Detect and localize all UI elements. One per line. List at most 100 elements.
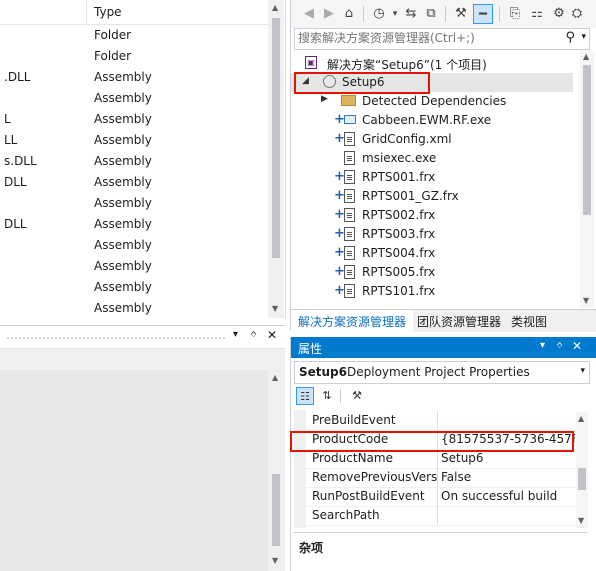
tab-class-view[interactable]: 类视图 xyxy=(511,313,547,330)
table-row[interactable]: Folder xyxy=(0,25,268,46)
tree-item[interactable]: + RPTS004.frx xyxy=(291,244,571,263)
property-name: PreBuildEvent xyxy=(312,413,396,427)
property-row[interactable]: SearchPath xyxy=(306,506,578,526)
table-row[interactable]: Folder xyxy=(0,46,268,67)
solution-scrollbar[interactable]: ▲ ▼ xyxy=(580,50,594,308)
tree-item[interactable]: msiexec.exe xyxy=(291,149,571,168)
close-icon[interactable]: ✕ xyxy=(267,328,277,342)
pin-icon[interactable]: ᛜ xyxy=(556,339,563,353)
table-row[interactable]: Assembly xyxy=(0,298,268,318)
scroll-down-icon[interactable]: ▼ xyxy=(272,556,278,566)
file-search-icon[interactable]: ⎘ xyxy=(505,4,525,24)
table-row[interactable]: Assembly xyxy=(0,277,268,298)
property-name: ProductName xyxy=(312,451,393,465)
table-row[interactable]: Assembly xyxy=(0,193,268,214)
home-icon[interactable]: ⌂ xyxy=(339,4,359,24)
property-pages-icon[interactable]: ⚒ xyxy=(348,387,366,405)
search-icon[interactable]: ⚲ xyxy=(565,30,575,45)
file-icon xyxy=(344,208,355,222)
solution-search-input[interactable] xyxy=(295,29,548,47)
tree-item[interactable]: + GridConfig.xml xyxy=(291,130,571,149)
table-row[interactable]: DLL Assembly xyxy=(0,214,268,235)
table-row[interactable]: Assembly xyxy=(0,256,268,277)
solution-search-box[interactable]: ⚲ ▾ xyxy=(294,28,590,50)
chevron-down-icon[interactable]: ▾ xyxy=(580,366,585,376)
solution-node[interactable]: ▣ 解决方案“Setup6”(1 个项目) xyxy=(291,54,571,73)
pin-icon[interactable]: ᛜ xyxy=(250,328,257,342)
scroll-up-icon[interactable]: ▲ xyxy=(272,373,278,383)
table-row[interactable]: Assembly xyxy=(0,235,268,256)
file-types-icon[interactable]: ⚙ xyxy=(549,4,569,24)
dropdown-icon[interactable]: ▾ xyxy=(233,329,238,340)
file-type-cell: Assembly xyxy=(94,91,152,105)
chevron-down-icon[interactable]: ▾ xyxy=(581,32,586,42)
scrollbar-thumb[interactable] xyxy=(272,474,280,546)
properties-scrollbar[interactable]: ▲ ▼ xyxy=(576,412,588,528)
close-icon[interactable]: ✕ xyxy=(572,339,582,353)
tree-item-label: RPTS101.frx xyxy=(362,284,436,298)
tree-item[interactable]: + RPTS003.frx xyxy=(291,225,571,244)
tree-item-label: RPTS005.frx xyxy=(362,265,436,279)
scrollbar-thumb[interactable] xyxy=(272,18,280,258)
sync-icon[interactable]: ⇆ xyxy=(401,4,421,24)
file-icon xyxy=(344,151,355,165)
back-icon[interactable]: ◀ xyxy=(299,4,319,24)
property-row[interactable]: ProductName Setup6 xyxy=(306,449,578,469)
solution-explorer-toolbar: ◀ ▶ ⌂ ◷ ▾ ⇆ ⧉ ⚒ ━ ⎘ ⚏ ⚙ ⛭ xyxy=(291,0,596,28)
property-name: RemovePreviousVersi xyxy=(312,470,438,484)
alphabetical-icon[interactable]: ⇅ xyxy=(318,387,336,405)
property-value[interactable]: Setup6 xyxy=(441,451,575,465)
scroll-down-icon[interactable]: ▼ xyxy=(272,304,278,314)
categorized-icon[interactable]: ☷ xyxy=(296,387,314,405)
registry-icon[interactable]: ⚏ xyxy=(527,4,547,24)
properties-wrench-icon[interactable]: ⚒ xyxy=(451,4,471,24)
scrollbar-thumb[interactable] xyxy=(578,468,586,490)
file-name-cell: s.DLL xyxy=(4,154,37,168)
tab-team-explorer[interactable]: 团队资源管理器 xyxy=(417,313,501,330)
property-row[interactable]: PreBuildEvent xyxy=(306,411,578,431)
tree-item[interactable]: + RPTS001.frx xyxy=(291,168,571,187)
property-name: RunPostBuildEvent xyxy=(312,489,425,503)
property-value[interactable]: On successful build xyxy=(441,489,575,503)
table-row[interactable]: .DLL Assembly xyxy=(0,67,268,88)
table-row[interactable]: Assembly xyxy=(0,88,268,109)
property-row[interactable]: RemovePreviousVersi False xyxy=(306,468,578,488)
collapse-all-icon[interactable]: ⧉ xyxy=(421,4,441,24)
property-row[interactable]: RunPostBuildEvent On successful build xyxy=(306,487,578,507)
tree-item[interactable]: + RPTS005.frx xyxy=(291,263,571,282)
drag-grip[interactable] xyxy=(6,336,226,340)
custom-actions-icon[interactable]: ⛭ xyxy=(567,4,587,24)
property-value[interactable]: False xyxy=(441,470,575,484)
forward-icon[interactable]: ▶ xyxy=(319,4,339,24)
file-name-cell: LL xyxy=(4,133,18,147)
scroll-up-icon[interactable]: ▲ xyxy=(583,52,589,62)
scrollbar-thumb[interactable] xyxy=(583,65,591,215)
properties-object-selector[interactable]: Setup6 Deployment Project Properties ▾ xyxy=(294,361,590,384)
table-row[interactable]: DLL Assembly xyxy=(0,172,268,193)
type-column-header[interactable]: Type xyxy=(94,5,122,19)
file-list-scrollbar[interactable]: ▲ ▼ xyxy=(268,0,284,318)
tree-item[interactable]: ▶ Detected Dependencies xyxy=(291,92,571,111)
column-divider[interactable] xyxy=(86,0,87,24)
tab-solution-explorer[interactable]: 解决方案资源管理器 xyxy=(291,310,414,332)
tree-item-label: Detected Dependencies xyxy=(362,94,507,108)
left-lower-scrollbar[interactable]: ▲ ▼ xyxy=(268,370,284,571)
scroll-up-icon[interactable]: ▲ xyxy=(578,414,584,424)
scroll-up-icon[interactable]: ▲ xyxy=(272,3,278,13)
table-row[interactable]: s.DLL Assembly xyxy=(0,151,268,172)
tree-item-label: RPTS003.frx xyxy=(362,227,436,241)
scroll-down-icon[interactable]: ▼ xyxy=(578,516,584,526)
show-all-files-icon[interactable]: ━ xyxy=(473,4,493,24)
property-name: SearchPath xyxy=(312,508,380,522)
table-row[interactable]: L Assembly xyxy=(0,109,268,130)
table-row[interactable]: LL Assembly xyxy=(0,130,268,151)
properties-titlebar: 属性 ▾ ᛜ ✕ xyxy=(291,337,596,358)
file-icon xyxy=(344,265,355,279)
dropdown-icon[interactable]: ▾ xyxy=(540,340,545,351)
tree-item[interactable]: + Cabbeen.EWM.RF.exe xyxy=(291,111,571,130)
expand-arrow-icon[interactable]: ▶ xyxy=(321,94,328,104)
tree-item[interactable]: + RPTS002.frx xyxy=(291,206,571,225)
tree-item[interactable]: + RPTS001_GZ.frx xyxy=(291,187,571,206)
tree-item[interactable]: + RPTS101.frx xyxy=(291,282,571,301)
scroll-down-icon[interactable]: ▼ xyxy=(583,296,589,306)
